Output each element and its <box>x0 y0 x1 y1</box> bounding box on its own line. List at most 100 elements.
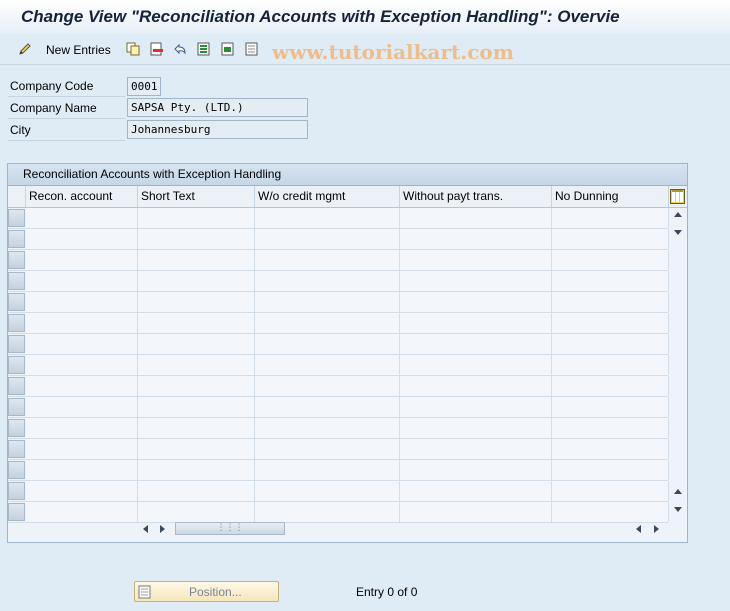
table-row[interactable] <box>8 208 669 229</box>
table-cell[interactable] <box>400 355 552 375</box>
row-selector[interactable] <box>8 209 25 227</box>
table-cell[interactable] <box>552 439 669 459</box>
deselect-all-icon[interactable] <box>245 42 259 56</box>
table-cell[interactable] <box>26 502 138 522</box>
table-cell[interactable] <box>552 208 669 228</box>
select-all-rows-button[interactable] <box>8 186 26 207</box>
row-selector[interactable] <box>8 398 25 416</box>
table-cell[interactable] <box>255 439 400 459</box>
table-cell[interactable] <box>255 502 400 522</box>
table-cell[interactable] <box>400 418 552 438</box>
table-cell[interactable] <box>400 271 552 291</box>
table-cell[interactable] <box>138 271 255 291</box>
row-selector[interactable] <box>8 503 25 521</box>
row-selector[interactable] <box>8 230 25 248</box>
table-cell[interactable] <box>255 313 400 333</box>
row-selector[interactable] <box>8 419 25 437</box>
table-cell[interactable] <box>138 292 255 312</box>
table-cell[interactable] <box>138 229 255 249</box>
scroll-left-icon[interactable] <box>143 525 148 533</box>
horizontal-scrollbar[interactable]: ⋮⋮⋮ <box>138 520 668 538</box>
copy-icon[interactable] <box>126 42 140 56</box>
table-cell[interactable] <box>552 271 669 291</box>
table-cell[interactable] <box>400 439 552 459</box>
table-cell[interactable] <box>255 334 400 354</box>
table-cell[interactable] <box>26 397 138 417</box>
table-cell[interactable] <box>255 376 400 396</box>
table-cell[interactable] <box>138 418 255 438</box>
table-row[interactable] <box>8 355 669 376</box>
column-header-wo-credit-mgmt[interactable]: W/o credit mgmt <box>255 186 400 207</box>
table-row[interactable] <box>8 418 669 439</box>
table-row[interactable] <box>8 460 669 481</box>
table-cell[interactable] <box>400 376 552 396</box>
table-cell[interactable] <box>26 208 138 228</box>
table-cell[interactable] <box>552 376 669 396</box>
table-cell[interactable] <box>552 481 669 501</box>
row-selector[interactable] <box>8 461 25 479</box>
scroll-page-down-icon[interactable] <box>674 230 682 235</box>
row-selector[interactable] <box>8 377 25 395</box>
table-cell[interactable] <box>138 502 255 522</box>
table-cell[interactable] <box>400 397 552 417</box>
table-cell[interactable] <box>255 418 400 438</box>
table-cell[interactable] <box>138 250 255 270</box>
table-cell[interactable] <box>26 229 138 249</box>
table-cell[interactable] <box>26 481 138 501</box>
scroll-up-icon[interactable] <box>674 212 682 217</box>
table-cell[interactable] <box>26 334 138 354</box>
row-selector[interactable] <box>8 314 25 332</box>
table-row[interactable] <box>8 334 669 355</box>
table-cell[interactable] <box>26 313 138 333</box>
table-row[interactable] <box>8 292 669 313</box>
table-cell[interactable] <box>26 418 138 438</box>
table-cell[interactable] <box>138 334 255 354</box>
row-selector[interactable] <box>8 272 25 290</box>
table-row[interactable] <box>8 481 669 502</box>
scroll-right-icon[interactable] <box>654 525 659 533</box>
table-cell[interactable] <box>552 397 669 417</box>
position-button[interactable]: Position... <box>134 581 279 602</box>
table-cell[interactable] <box>26 460 138 480</box>
table-cell[interactable] <box>255 397 400 417</box>
table-cell[interactable] <box>255 271 400 291</box>
table-cell[interactable] <box>138 481 255 501</box>
table-cell[interactable] <box>138 439 255 459</box>
table-cell[interactable] <box>255 355 400 375</box>
column-header-without-payt-trans[interactable]: Without payt trans. <box>400 186 552 207</box>
table-cell[interactable] <box>255 229 400 249</box>
row-selector[interactable] <box>8 440 25 458</box>
table-cell[interactable] <box>400 208 552 228</box>
table-cell[interactable] <box>26 250 138 270</box>
table-cell[interactable] <box>138 376 255 396</box>
table-cell[interactable] <box>552 355 669 375</box>
table-cell[interactable] <box>255 250 400 270</box>
scroll-page-up-icon[interactable] <box>674 489 682 494</box>
table-cell[interactable] <box>255 208 400 228</box>
scroll-right-step-icon[interactable] <box>160 525 165 533</box>
table-cell[interactable] <box>255 481 400 501</box>
column-header-recon-account[interactable]: Recon. account <box>26 186 138 207</box>
table-cell[interactable] <box>552 418 669 438</box>
table-cell[interactable] <box>400 313 552 333</box>
table-cell[interactable] <box>26 271 138 291</box>
vertical-scrollbar[interactable] <box>669 208 687 520</box>
table-settings-icon[interactable] <box>670 189 685 204</box>
table-cell[interactable] <box>400 502 552 522</box>
row-selector[interactable] <box>8 251 25 269</box>
table-cell[interactable] <box>552 334 669 354</box>
table-cell[interactable] <box>138 208 255 228</box>
table-row[interactable] <box>8 250 669 271</box>
table-cell[interactable] <box>552 229 669 249</box>
column-header-no-dunning[interactable]: No Dunning <box>552 186 669 207</box>
table-cell[interactable] <box>26 376 138 396</box>
table-cell[interactable] <box>552 250 669 270</box>
table-cell[interactable] <box>552 313 669 333</box>
table-row[interactable] <box>8 313 669 334</box>
table-row[interactable] <box>8 376 669 397</box>
table-cell[interactable] <box>400 229 552 249</box>
table-cell[interactable] <box>26 439 138 459</box>
table-cell[interactable] <box>400 292 552 312</box>
table-row[interactable] <box>8 439 669 460</box>
scroll-left-step-icon[interactable] <box>636 525 641 533</box>
